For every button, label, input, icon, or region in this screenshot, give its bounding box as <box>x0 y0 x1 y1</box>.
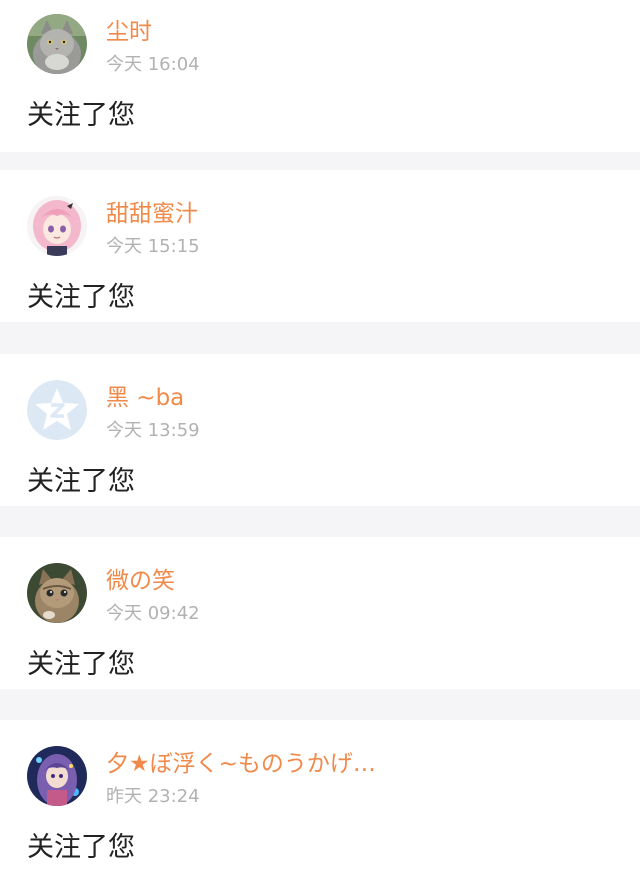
user-name[interactable]: 黑 ~ba <box>106 382 184 414</box>
timestamp: 今天 09:42 <box>106 603 200 624</box>
timestamp: 今天 13:59 <box>106 420 200 441</box>
notification-item[interactable]: 黑 ~ba 今天 13:59 关注了您 <box>0 354 640 506</box>
notification-item[interactable]: 夕★ぼ浮く~ものうかげ… 昨天 23:24 关注了您 <box>0 720 640 870</box>
user-name[interactable]: 甜甜蜜汁 <box>106 198 198 230</box>
notification-message: 关注了您 <box>27 832 135 863</box>
notification-message: 关注了您 <box>27 100 135 131</box>
notification-item[interactable]: 甜甜蜜汁 今天 15:15 关注了您 <box>0 170 640 322</box>
anime-girl-purple-hair-avatar-icon[interactable] <box>27 746 87 806</box>
timestamp: 今天 15:15 <box>106 236 200 257</box>
notification-item[interactable]: 微の笑 今天 09:42 关注了您 <box>0 537 640 689</box>
user-name[interactable]: 尘时 <box>106 16 152 48</box>
timestamp: 昨天 23:24 <box>106 786 200 807</box>
user-name[interactable]: 微の笑 <box>106 565 175 597</box>
tabby-kitten-avatar-icon[interactable] <box>27 563 87 623</box>
notification-message: 关注了您 <box>27 649 135 680</box>
notification-feed: 尘时 今天 16:04 关注了您 甜甜蜜汁 今天 15:15 关注了您 黑 ~b… <box>0 0 640 870</box>
qzone-star-default-avatar-icon[interactable] <box>27 380 87 440</box>
notification-message: 关注了您 <box>27 466 135 497</box>
anime-girl-pink-hair-avatar-icon[interactable] <box>27 196 87 256</box>
timestamp: 今天 16:04 <box>106 54 200 75</box>
user-name[interactable]: 夕★ぼ浮く~ものうかげ… <box>106 748 376 780</box>
gray-cat-avatar-icon[interactable] <box>27 14 87 74</box>
notification-item[interactable]: 尘时 今天 16:04 关注了您 <box>0 0 640 152</box>
notification-message: 关注了您 <box>27 282 135 313</box>
